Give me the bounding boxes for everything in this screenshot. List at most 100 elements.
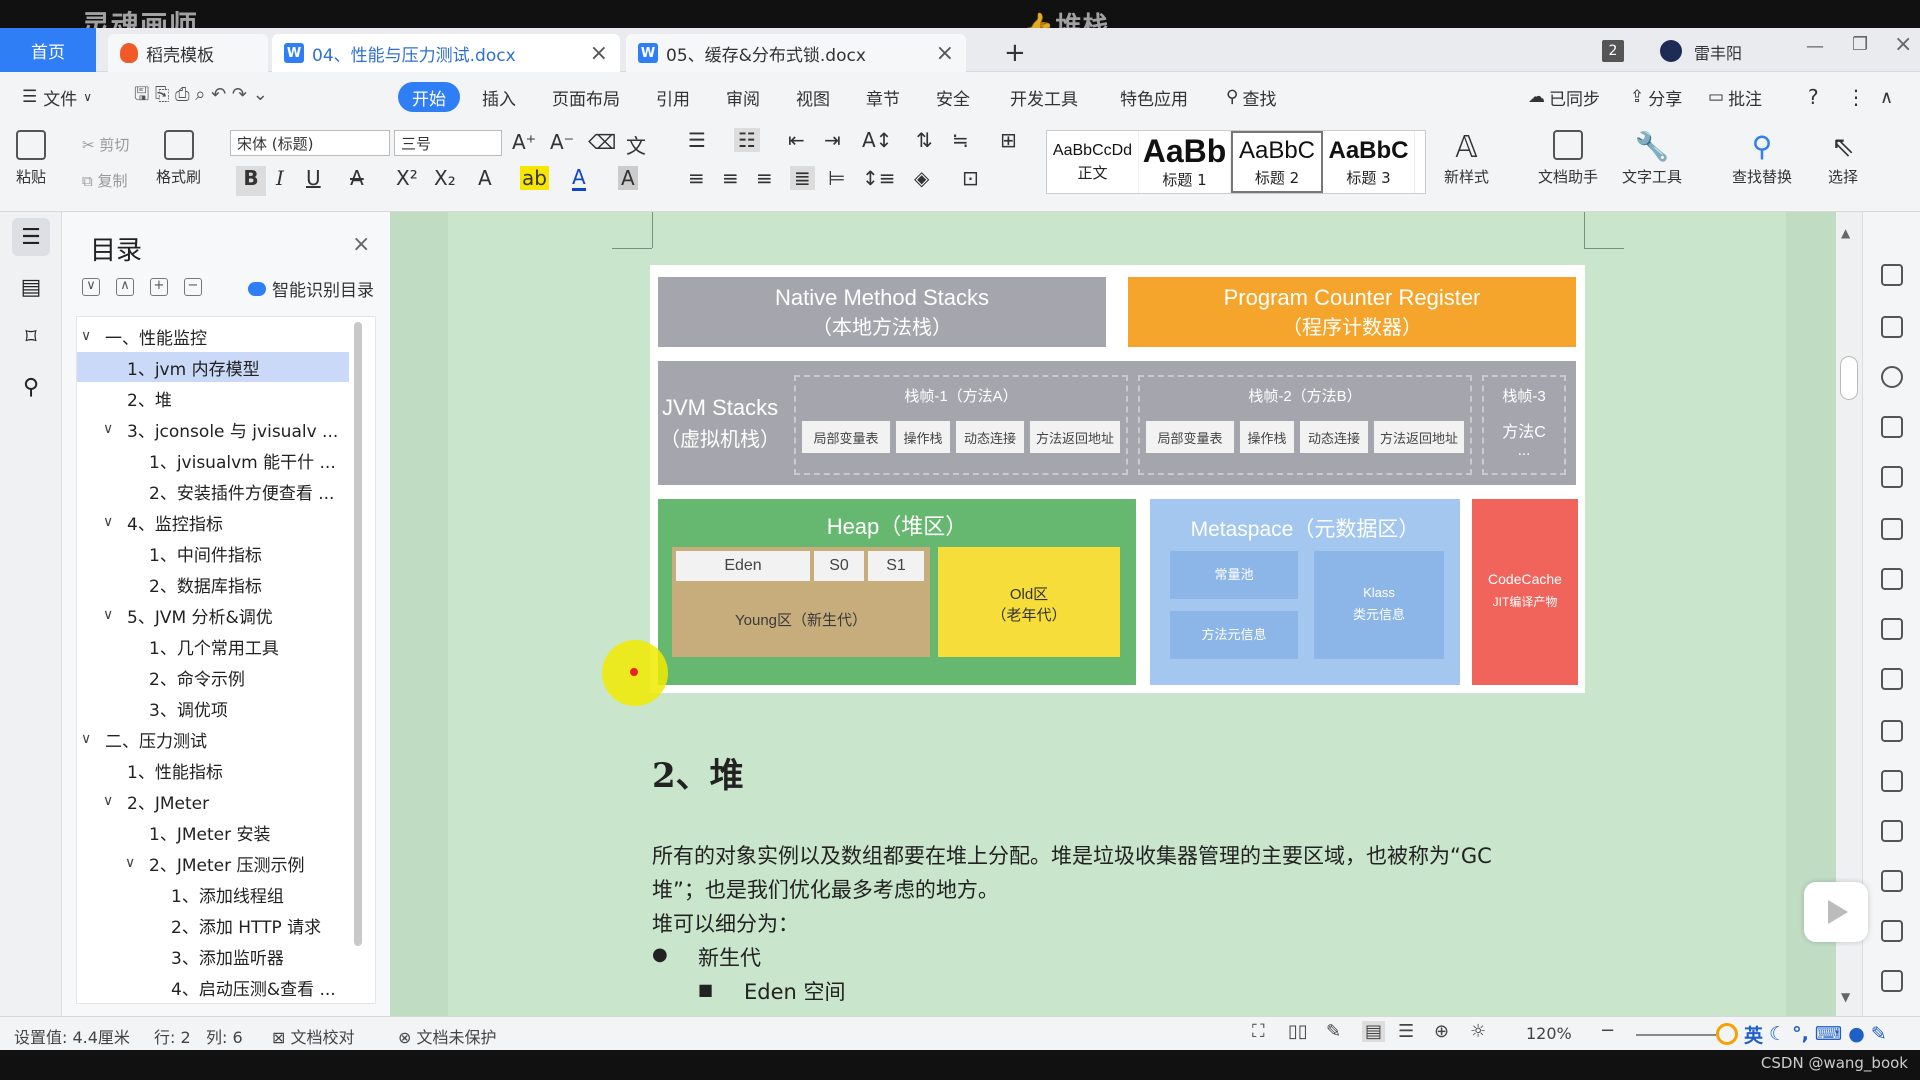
border-icon[interactable]: ⊡ bbox=[962, 166, 979, 190]
doc-assistant-button[interactable]: 文档助手 bbox=[1538, 130, 1598, 187]
shape-icon[interactable] bbox=[1881, 416, 1903, 438]
justify-icon[interactable]: ≣ bbox=[790, 166, 815, 190]
quick-access-toolbar[interactable]: 🖫 ⎘ ⎙ ⌕ ↶ ↷ ⌄ bbox=[134, 82, 268, 112]
tab-doc-05[interactable]: W 05、缓存&分布式锁.docx × bbox=[626, 34, 966, 72]
eye-protect-icon[interactable]: ☼ bbox=[1470, 1021, 1486, 1042]
line-spacing-icon[interactable]: ↕≡ bbox=[862, 166, 896, 190]
menu-search[interactable]: ⚲ 查找 bbox=[1226, 82, 1276, 112]
add-heading-icon[interactable]: + bbox=[150, 278, 168, 296]
scroll-up-icon[interactable]: ▲ bbox=[1841, 226, 1850, 240]
sliders-icon[interactable] bbox=[1881, 668, 1903, 690]
paragraph-line[interactable]: 堆可以细分为： bbox=[652, 908, 799, 938]
toc-item[interactable]: 3、添加监听器 bbox=[77, 941, 349, 971]
paragraph-line[interactable]: 堆”；也是我们优化最多考虑的地方。 bbox=[652, 874, 999, 904]
close-icon[interactable]: × bbox=[886, 41, 954, 66]
chevron-down-icon[interactable]: ∨ bbox=[103, 607, 121, 623]
align-right-icon[interactable]: ≡ bbox=[756, 166, 773, 190]
doc-search-icon[interactable] bbox=[1881, 720, 1903, 742]
bullet-item[interactable]: 新生代 bbox=[698, 942, 761, 972]
copy-button[interactable]: ⧉ 复制 bbox=[82, 170, 128, 191]
layers-icon[interactable] bbox=[1881, 466, 1903, 488]
menu-file[interactable]: ☰ 文件 ∨ bbox=[22, 82, 92, 112]
smart-toc-button[interactable]: 智能识别目录 bbox=[248, 276, 374, 301]
apps-icon[interactable] bbox=[1881, 568, 1903, 590]
select-button[interactable]: ⇖ 选择 bbox=[1828, 130, 1858, 187]
expand-up-icon[interactable]: ∧ bbox=[116, 278, 134, 296]
edit-mode-icon[interactable]: ✎ bbox=[1326, 1021, 1341, 1042]
more-icon[interactable]: ⋮ bbox=[1846, 82, 1866, 112]
toc-item[interactable]: ∨ 2、JMeter 压测示例 bbox=[77, 848, 349, 878]
outline-view-icon[interactable]: ☰ bbox=[1398, 1021, 1414, 1042]
scroll-down-icon[interactable]: ▼ bbox=[1841, 990, 1850, 1004]
toc-item[interactable]: 4、启动压测&查看 ... bbox=[77, 972, 349, 1002]
toc-scrollbar[interactable] bbox=[354, 322, 362, 946]
new-style-button[interactable]: 𝔸 新样式 bbox=[1444, 130, 1489, 187]
fill-icon[interactable]: ◈ bbox=[914, 166, 929, 190]
find-icon[interactable]: ⚲ bbox=[12, 368, 50, 406]
user-name[interactable]: 雷丰阳 bbox=[1694, 40, 1742, 64]
toc-item[interactable]: 2、数据库指标 bbox=[77, 569, 349, 599]
menu-view[interactable]: 视图 bbox=[796, 82, 830, 112]
toc-item[interactable]: ∨ 4、监控指标 bbox=[77, 507, 349, 537]
chevron-down-icon[interactable]: ∨ bbox=[103, 514, 121, 530]
protect-status[interactable]: ⊗ 文档未保护 bbox=[398, 1024, 497, 1048]
scroll-thumb[interactable] bbox=[1840, 356, 1858, 400]
zoom-slider[interactable] bbox=[1636, 1034, 1716, 1036]
style-heading-3[interactable]: AaBbC 标题 3 bbox=[1323, 131, 1415, 193]
indent-icon[interactable]: ⇥ bbox=[824, 128, 841, 152]
bullet-list-icon[interactable]: ☰ bbox=[688, 128, 706, 152]
menu-dev-tools[interactable]: 开发工具 bbox=[1010, 82, 1078, 112]
menu-security[interactable]: 安全 bbox=[936, 82, 970, 112]
toc-item[interactable]: ∨ 2、JMeter bbox=[77, 786, 349, 816]
toc-item[interactable]: 1、几个常用工具 bbox=[77, 631, 349, 661]
translate-icon[interactable] bbox=[1881, 820, 1903, 842]
shield-icon[interactable] bbox=[1881, 970, 1903, 992]
menu-special[interactable]: 特色应用 bbox=[1120, 82, 1188, 112]
locate-icon[interactable] bbox=[1881, 366, 1903, 388]
toc-item[interactable]: 2、安装插件方便查看 ... bbox=[77, 476, 349, 506]
pen-icon[interactable] bbox=[1881, 264, 1903, 286]
font-shrink-icon[interactable]: A⁻ bbox=[550, 130, 574, 154]
image-icon[interactable] bbox=[1881, 920, 1903, 942]
font-name-select[interactable]: 宋体 (标题) bbox=[230, 130, 390, 156]
font-size-select[interactable]: 三号 bbox=[394, 130, 502, 156]
toc-item[interactable]: ∨ 5、JVM 分析&调优 bbox=[77, 600, 349, 630]
web-view-icon[interactable]: ⊕ bbox=[1434, 1021, 1449, 1042]
style-normal[interactable]: AaBbCcDd 正文 bbox=[1047, 131, 1139, 193]
format-painter-button[interactable]: 格式刷 bbox=[156, 130, 201, 187]
avatar[interactable] bbox=[1660, 40, 1682, 62]
close-icon[interactable]: × bbox=[570, 41, 608, 66]
pointer-icon[interactable] bbox=[1881, 316, 1903, 338]
menu-start[interactable]: 开始 bbox=[398, 82, 460, 112]
page-view-icon[interactable]: ▤ bbox=[1362, 1021, 1386, 1042]
play-button[interactable] bbox=[1804, 882, 1868, 942]
outline-icon[interactable]: ▤ bbox=[12, 268, 50, 306]
style-heading-1[interactable]: AaBb 标题 1 bbox=[1139, 131, 1231, 193]
tab-doc-04[interactable]: W 04、性能与压力测试.docx × bbox=[272, 34, 620, 72]
share-button[interactable]: ⇪ 分享 bbox=[1630, 82, 1682, 112]
bold-icon[interactable]: B bbox=[236, 166, 266, 196]
zoom-level[interactable]: 120% bbox=[1526, 1024, 1572, 1043]
read-mode-icon[interactable]: ▯▯ bbox=[1288, 1021, 1308, 1042]
superscript-icon[interactable]: X² bbox=[396, 166, 418, 190]
toc-icon[interactable]: ☰ bbox=[12, 218, 50, 256]
table-icon[interactable] bbox=[1881, 518, 1903, 540]
close-icon[interactable]: × bbox=[352, 232, 370, 257]
remove-heading-icon[interactable]: − bbox=[184, 278, 202, 296]
chevron-down-icon[interactable]: ∨ bbox=[103, 421, 121, 437]
paste-button[interactable]: 粘贴 bbox=[16, 130, 46, 187]
pinyin-icon[interactable]: 文 bbox=[626, 130, 646, 159]
export-icon[interactable] bbox=[1881, 770, 1903, 792]
minimize-icon[interactable]: — bbox=[1806, 36, 1824, 57]
chevron-down-icon[interactable]: ∨ bbox=[81, 731, 99, 747]
toc-item[interactable]: 2、添加 HTTP 请求 bbox=[77, 910, 349, 940]
toc-item[interactable]: 1、JMeter 安装 bbox=[77, 817, 349, 847]
comment-button[interactable]: ▭ 批注 bbox=[1708, 82, 1762, 112]
italic-icon[interactable]: I bbox=[276, 166, 284, 190]
sync-status[interactable]: ☁ 已同步 bbox=[1528, 82, 1600, 112]
section-heading[interactable]: 2、堆 bbox=[652, 748, 744, 797]
subscript-icon[interactable]: X₂ bbox=[434, 166, 456, 190]
box-icon[interactable] bbox=[1881, 870, 1903, 892]
text-tools-button[interactable]: 🔧 文字工具 bbox=[1622, 130, 1682, 187]
toc-item[interactable]: 2、命令示例 bbox=[77, 662, 349, 692]
